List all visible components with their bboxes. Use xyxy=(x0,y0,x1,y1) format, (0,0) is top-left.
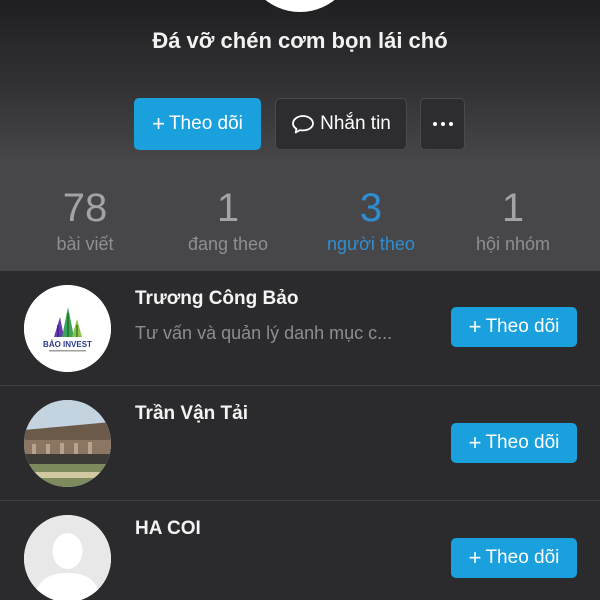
logo-text: BẢO INVEST xyxy=(43,340,92,349)
stat-posts-value: 78 xyxy=(62,186,108,230)
building-photo xyxy=(24,400,111,487)
plus-icon: + xyxy=(468,314,482,339)
list-item[interactable]: HA COI + Theo dõi xyxy=(0,501,600,600)
stat-groups-value: 1 xyxy=(501,186,525,230)
follow-user-button-label: Theo dõi xyxy=(485,432,560,453)
follower-name[interactable]: Trương Công Bảo xyxy=(135,288,298,310)
default-user-icon xyxy=(24,515,111,600)
stat-following-value: 1 xyxy=(216,186,240,230)
profile-stats: 78 bài viết 1 đang theo 3 người theo 1 h… xyxy=(0,166,600,271)
stat-posts-label: bài viết xyxy=(56,234,114,254)
stat-followers[interactable]: 3 người theo xyxy=(296,166,446,255)
avatar[interactable] xyxy=(24,515,111,600)
profile-avatar[interactable] xyxy=(242,0,358,12)
stat-followers-label: người theo xyxy=(327,234,415,254)
stat-following[interactable]: 1 đang theo xyxy=(153,166,303,255)
plus-icon: + xyxy=(152,111,165,136)
bao-invest-logo: BẢO INVEST xyxy=(24,285,111,372)
followers-list: BẢO INVEST Trương Công Bảo Tư vấn và quả… xyxy=(0,271,600,600)
stat-followers-value: 3 xyxy=(359,186,383,230)
plus-icon: + xyxy=(468,545,482,570)
list-item[interactable]: BẢO INVEST Trương Công Bảo Tư vấn và quả… xyxy=(0,271,600,386)
follow-user-button-label: Theo dõi xyxy=(485,316,560,337)
stat-groups[interactable]: 1 hội nhóm xyxy=(438,166,588,255)
follow-user-button[interactable]: + Theo dõi xyxy=(451,538,577,578)
chat-bubble-icon xyxy=(292,115,315,134)
stat-posts[interactable]: 78 bài viết xyxy=(10,166,160,255)
follow-user-button[interactable]: + Theo dõi xyxy=(451,423,577,463)
follower-name[interactable]: HA COI xyxy=(135,518,201,540)
follow-button[interactable]: + Theo dõi xyxy=(134,98,261,150)
more-dots-icon xyxy=(432,122,453,126)
avatar[interactable] xyxy=(24,400,111,487)
plus-icon: + xyxy=(468,430,482,455)
message-button-label: Nhắn tin xyxy=(320,113,391,134)
stat-following-label: đang theo xyxy=(187,234,269,254)
follower-description: Tư vấn và quản lý danh mục c... xyxy=(135,323,393,343)
avatar[interactable]: BẢO INVEST xyxy=(24,285,111,372)
follow-button-label: Theo dõi xyxy=(168,113,243,134)
profile-actions: + Theo dõi Nhắn tin xyxy=(0,98,600,150)
profile-name: Đá vỡ chén cơm bọn lái chó xyxy=(152,28,448,53)
message-button[interactable]: Nhắn tin xyxy=(275,98,407,150)
list-item[interactable]: Trần Vận Tải + Theo dõi xyxy=(0,386,600,501)
follow-user-button[interactable]: + Theo dõi xyxy=(451,307,577,347)
profile-header: Đá vỡ chén cơm bọn lái chó + Theo dõi Nh… xyxy=(0,0,600,166)
stat-groups-label: hội nhóm xyxy=(475,234,551,254)
more-button[interactable] xyxy=(420,98,465,150)
follower-name[interactable]: Trần Vận Tải xyxy=(135,403,248,425)
follow-user-button-label: Theo dõi xyxy=(485,547,560,568)
